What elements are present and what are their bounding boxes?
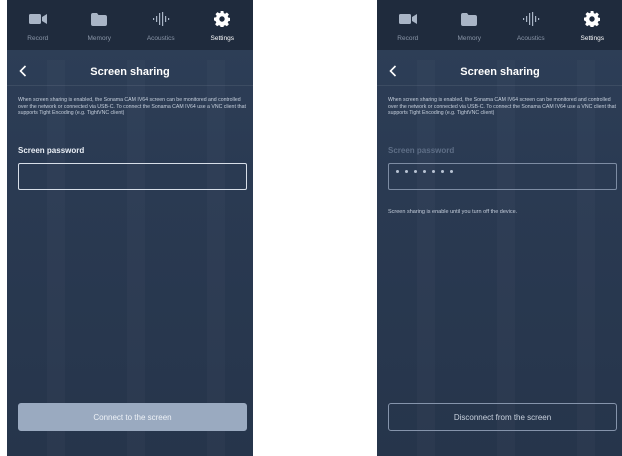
folder-icon bbox=[459, 9, 479, 29]
background-decoration bbox=[497, 60, 515, 456]
tab-record[interactable]: Record bbox=[7, 0, 69, 50]
disconnect-button[interactable]: Disconnect from the screen bbox=[388, 403, 617, 431]
gear-icon bbox=[212, 9, 232, 29]
password-input[interactable] bbox=[18, 163, 247, 190]
background-decoration bbox=[127, 60, 145, 456]
password-label: Screen password bbox=[388, 146, 455, 155]
waveform-icon bbox=[151, 9, 171, 29]
back-button[interactable] bbox=[15, 63, 31, 79]
tab-label: Settings bbox=[580, 35, 605, 42]
chevron-left-icon bbox=[19, 65, 27, 77]
page-title: Screen sharing bbox=[460, 65, 540, 78]
tab-memory[interactable]: Memory bbox=[439, 0, 501, 50]
tab-settings[interactable]: Settings bbox=[562, 0, 622, 50]
background-decoration bbox=[47, 60, 65, 456]
background-decoration bbox=[207, 60, 225, 456]
tab-label: Memory bbox=[457, 35, 481, 42]
tab-label: Settings bbox=[210, 35, 235, 42]
tab-acoustics[interactable]: Acoustics bbox=[130, 0, 192, 50]
page-header: Screen sharing bbox=[377, 58, 622, 86]
page-title: Screen sharing bbox=[90, 65, 170, 78]
gear-icon bbox=[582, 9, 602, 29]
password-masked-value bbox=[396, 170, 453, 173]
connect-button[interactable]: Connect to the screen bbox=[18, 403, 247, 431]
tab-label: Record bbox=[27, 35, 49, 42]
waveform-icon bbox=[521, 9, 541, 29]
screen-sharing-enabled-view: Record Memory Acoustics Settings Screen … bbox=[377, 0, 622, 456]
tab-acoustics[interactable]: Acoustics bbox=[500, 0, 562, 50]
camera-icon bbox=[28, 9, 48, 29]
background-decoration bbox=[577, 60, 595, 456]
back-button[interactable] bbox=[385, 63, 401, 79]
sharing-status-note: Screen sharing is enable until you turn … bbox=[388, 209, 518, 215]
tab-label: Acoustics bbox=[146, 35, 175, 42]
background-decoration bbox=[417, 60, 435, 456]
tab-label: Acoustics bbox=[516, 35, 545, 42]
camera-icon bbox=[398, 9, 418, 29]
tab-bar: Record Memory Acoustics Settings bbox=[7, 0, 253, 50]
tab-bar: Record Memory Acoustics Settings bbox=[377, 0, 622, 50]
tab-memory[interactable]: Memory bbox=[69, 0, 131, 50]
folder-icon bbox=[89, 9, 109, 29]
screen-sharing-disabled-view: Record Memory Acoustics Settings Screen … bbox=[7, 0, 253, 456]
tab-label: Memory bbox=[87, 35, 111, 42]
tab-record[interactable]: Record bbox=[377, 0, 439, 50]
page-header: Screen sharing bbox=[7, 58, 253, 86]
tab-settings[interactable]: Settings bbox=[192, 0, 254, 50]
tab-label: Record bbox=[397, 35, 419, 42]
description-text: When screen sharing is enabled, the Sona… bbox=[18, 97, 246, 117]
password-input[interactable] bbox=[388, 163, 617, 190]
description-text: When screen sharing is enabled, the Sona… bbox=[388, 97, 616, 117]
chevron-left-icon bbox=[389, 65, 397, 77]
password-label: Screen password bbox=[18, 146, 85, 155]
